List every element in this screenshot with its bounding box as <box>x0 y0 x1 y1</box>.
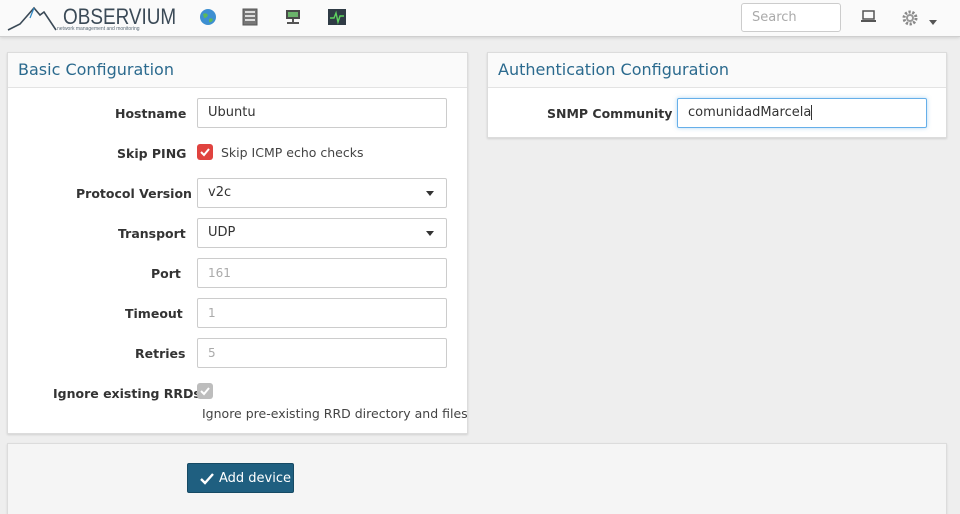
skip-ping-text: Skip ICMP echo checks <box>221 145 364 160</box>
caret-down-icon <box>426 231 434 236</box>
check-icon <box>200 148 210 157</box>
ignore-rrds-help: Ignore pre-existing RRD directory and fi… <box>202 406 468 421</box>
timeout-label: Timeout <box>125 306 183 321</box>
ignore-rrds-label: Ignore existing RRDs <box>53 386 201 401</box>
port-label: Port <box>151 266 181 281</box>
hostname-input[interactable]: Ubuntu <box>197 98 447 128</box>
check-icon <box>200 387 210 396</box>
skip-ping-label: Skip PING <box>117 146 187 161</box>
caret-down-icon <box>426 191 434 196</box>
add-device-button[interactable]: Add device <box>187 463 294 493</box>
brand-tagline: network management and monitoring <box>57 26 140 32</box>
protocol-version-label: Protocol Version <box>76 186 192 201</box>
panel-title: Authentication Configuration <box>498 60 730 79</box>
top-navbar: OBSERVIUM network management and monitor… <box>0 0 960 37</box>
protocol-version-select[interactable]: v2c <box>197 178 447 208</box>
transport-value: UDP <box>208 225 236 240</box>
text-cursor <box>811 105 813 120</box>
add-device-label: Add device <box>219 471 292 486</box>
snmp-community-label: SNMP Community <box>547 106 673 121</box>
globe-icon[interactable] <box>199 8 217 26</box>
check-icon <box>200 473 214 485</box>
observium-logo[interactable]: OBSERVIUM network management and monitor… <box>6 2 176 34</box>
panel-title: Basic Configuration <box>18 60 174 79</box>
timeout-input[interactable]: 1 <box>197 298 447 328</box>
hostname-label: Hostname <box>115 106 187 121</box>
chevron-down-icon[interactable] <box>928 15 938 25</box>
snmp-community-value: comunidadMarcela <box>688 105 812 120</box>
panel-header: Basic Configuration <box>8 53 467 88</box>
skip-ping-checkbox[interactable] <box>197 144 213 160</box>
gear-icon[interactable] <box>901 9 919 27</box>
health-monitor-icon[interactable] <box>328 8 346 26</box>
server-rack-icon[interactable] <box>241 8 259 26</box>
network-device-icon[interactable] <box>284 8 302 26</box>
snmp-community-input[interactable]: comunidadMarcela <box>677 98 927 128</box>
form-actions <box>7 443 947 514</box>
transport-label: Transport <box>118 226 186 241</box>
port-input[interactable]: 161 <box>197 258 447 288</box>
search-input[interactable] <box>741 3 841 32</box>
panel-header: Authentication Configuration <box>488 53 946 88</box>
retries-input[interactable]: 5 <box>197 338 447 368</box>
laptop-icon[interactable] <box>860 10 878 28</box>
protocol-version-value: v2c <box>208 185 232 200</box>
retries-label: Retries <box>135 346 186 361</box>
ignore-rrds-checkbox[interactable] <box>197 383 213 399</box>
transport-select[interactable]: UDP <box>197 218 447 248</box>
